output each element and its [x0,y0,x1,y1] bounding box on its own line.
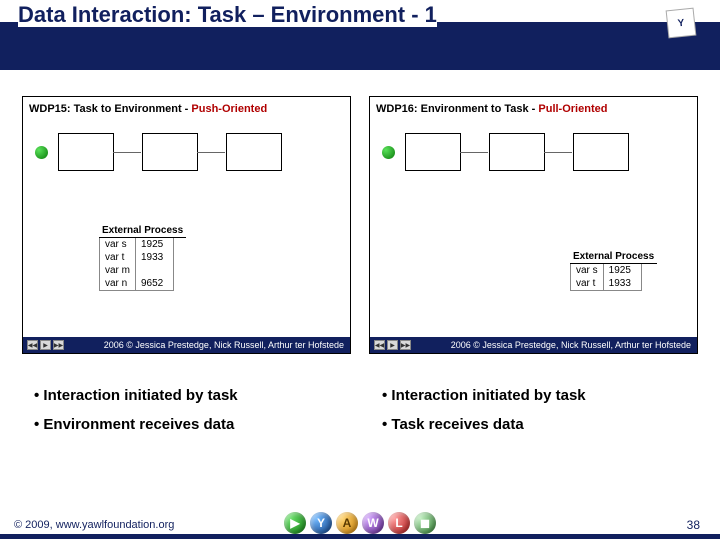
var-table-right: var s1925 var t1933 [570,264,642,291]
bullets-left: • Interaction initiated by task • Enviro… [34,382,350,439]
task-box [142,133,198,171]
rewind-button[interactable]: ◀◀ [374,340,385,350]
table-row: var s1925 [100,238,174,251]
bullet-item: • Task receives data [382,411,698,440]
panel-right-footer: ◀◀ ▶ ▶▶ 2006 © Jessica Prestedge, Nick R… [370,337,697,353]
task-box [489,133,545,171]
start-dot-icon [35,146,48,159]
table-row: var s1925 [571,264,642,277]
task-box [58,133,114,171]
forward-button[interactable]: ▶▶ [53,340,64,350]
start-dot-icon [382,146,395,159]
logo-l-icon: L [388,512,410,534]
external-process-right: External Process var s1925 var t1933 [570,246,657,291]
title-band: Data Interaction: Task – Environment - 1… [0,0,720,70]
table-row: var m [100,264,174,277]
panel-right: WDP16: Environment to Task - Pull-Orient… [369,96,698,354]
task-box [226,133,282,171]
panel-left-accent: Push-Oriented [191,103,267,115]
logo-play-icon: ▶ [284,512,306,534]
panel-left-title: WDP15: Task to Environment - Push-Orient… [29,103,267,115]
slide-title: Data Interaction: Task – Environment - 1 [18,2,437,27]
task-box [573,133,629,171]
diagram-row-left [35,133,282,171]
logo-stop-icon: ◼ [414,512,436,534]
forward-button[interactable]: ▶▶ [400,340,411,350]
footer-copyright: © 2009, www.yawlfoundation.org [14,519,174,531]
panel-left: WDP15: Task to Environment - Push-Orient… [22,96,351,354]
play-button[interactable]: ▶ [387,340,398,350]
table-row: var t1933 [571,277,642,291]
logo-w-icon: W [362,512,384,534]
bullet-item: • Environment receives data [34,411,350,440]
logo-y-icon: Y [310,512,332,534]
bullets-right: • Interaction initiated by task • Task r… [382,382,698,439]
task-box [405,133,461,171]
ext-proc-label: External Process [99,224,186,238]
panel-left-main: Task to Environment - [74,103,192,115]
rewind-button[interactable]: ◀◀ [27,340,38,350]
panel-left-id: WDP15: [29,103,74,115]
page-number: 38 [687,518,700,532]
bullets-row: • Interaction initiated by task • Enviro… [0,354,720,439]
ext-proc-label: External Process [570,250,657,264]
panel-right-accent: Pull-Oriented [538,103,607,115]
logo-a-icon: A [336,512,358,534]
corner-logo: Y [667,9,696,38]
bullet-item: • Interaction initiated by task [34,382,350,411]
bullet-item: • Interaction initiated by task [382,382,698,411]
panel-left-credit: 2006 © Jessica Prestedge, Nick Russell, … [104,340,350,350]
footer-logo: ▶ Y A W L ◼ [284,512,436,534]
panel-right-main: Environment to Task - [421,103,539,115]
play-button[interactable]: ▶ [40,340,51,350]
panel-right-id: WDP16: [376,103,421,115]
panels-row: WDP15: Task to Environment - Push-Orient… [0,70,720,354]
slide-footer: © 2009, www.yawlfoundation.org ▶ Y A W L… [0,510,720,540]
panel-right-credit: 2006 © Jessica Prestedge, Nick Russell, … [451,340,697,350]
table-row: var t1933 [100,251,174,264]
var-table-left: var s1925 var t1933 var m var n9652 [99,238,174,291]
table-row: var n9652 [100,277,174,291]
diagram-row-right [382,133,629,171]
external-process-left: External Process var s1925 var t1933 var… [99,220,186,291]
corner-logo-text: Y [677,17,685,29]
panel-right-title: WDP16: Environment to Task - Pull-Orient… [376,103,607,115]
panel-left-footer: ◀◀ ▶ ▶▶ 2006 © Jessica Prestedge, Nick R… [23,337,350,353]
